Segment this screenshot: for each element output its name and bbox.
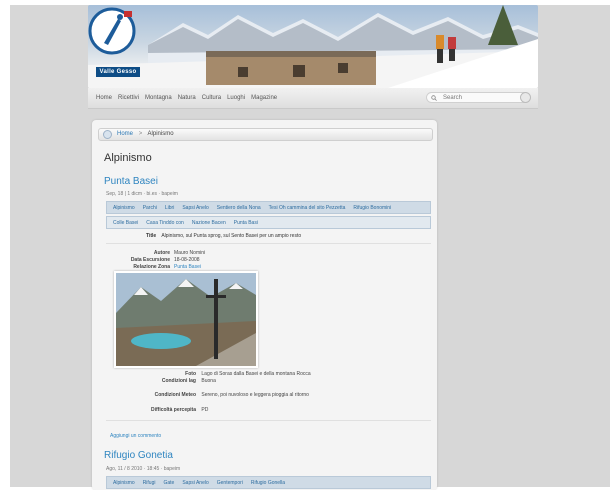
logo-icon[interactable] bbox=[88, 5, 136, 67]
title-value: Alpinismo, sul Punta sprog, sul Sento Ba… bbox=[161, 233, 302, 239]
tag-link[interactable]: Gentempori bbox=[217, 480, 243, 486]
page-background: Valle Gesso Home Ricettivi Montagna Natu… bbox=[10, 5, 610, 490]
detail-key: Foto bbox=[185, 371, 196, 377]
add-comment-link[interactable]: Aggiungi un commento bbox=[110, 433, 161, 439]
breadcrumb-current: Alpinismo bbox=[147, 131, 174, 137]
tag-bar: Alpinismo Parchi Libri Sapsi Anelo Senti… bbox=[106, 201, 431, 214]
divider bbox=[106, 420, 431, 421]
entry-meta: Sep, 18 | 1 dicm · bi.es · bapeim bbox=[106, 191, 178, 197]
home-icon[interactable] bbox=[103, 130, 112, 139]
tag-link[interactable]: Alpinismo bbox=[113, 205, 135, 211]
detail-key: Condizioni Meteo bbox=[154, 392, 196, 398]
tag-link[interactable]: Libri bbox=[165, 205, 174, 211]
nav-item-cultura[interactable]: Cultura bbox=[202, 95, 221, 101]
detail-key: Condizioni lag bbox=[161, 378, 196, 384]
detail-value: PD bbox=[201, 407, 209, 413]
tag-link[interactable]: Rifugio Bonomini bbox=[353, 205, 391, 211]
info-key: Relazione Zona bbox=[133, 264, 170, 270]
logo-text: Valle Gesso bbox=[96, 67, 140, 77]
nav-item-luoghi[interactable]: Luoghi bbox=[227, 95, 245, 101]
detail-row: Foto Lago di Soras dalla Basei e della m… bbox=[114, 371, 311, 377]
main-nav: Home Ricettivi Montagna Natura Cultura L… bbox=[88, 88, 538, 109]
breadcrumb: Home > Alpinismo bbox=[98, 128, 433, 141]
info-key: Data Escursione bbox=[130, 257, 170, 263]
banner-landscape bbox=[88, 5, 538, 88]
tag-link[interactable]: Alpinismo bbox=[113, 480, 135, 486]
detail-value: Lago di Soras dalla Basei e della montan… bbox=[201, 371, 311, 377]
nav-item-ricettivi[interactable]: Ricettivi bbox=[118, 95, 139, 101]
search-input[interactable]: Search bbox=[426, 92, 531, 103]
entry-title-punta-basei[interactable]: Punta Basei bbox=[104, 176, 158, 187]
header-banner: Valle Gesso bbox=[88, 5, 538, 88]
tag-link[interactable]: Gate bbox=[163, 480, 174, 486]
info-key: Autore bbox=[153, 250, 170, 256]
tag-bar: Colle Basei Casa Tinddo con Nazione Bace… bbox=[106, 216, 431, 229]
tag-link[interactable]: Colle Basei bbox=[113, 220, 138, 226]
tag-link[interactable]: Nazione Bacen bbox=[192, 220, 226, 226]
tag-bar: Alpinismo Rifugi Gate Sapsi Anelo Gentem… bbox=[106, 476, 431, 489]
info-value: 18-08-2008 bbox=[174, 257, 200, 263]
breadcrumb-separator: > bbox=[138, 131, 143, 137]
tag-link[interactable]: Rifugio Gonella bbox=[251, 480, 285, 486]
entry-meta: Ago, 11 / 8 2010 · 18:45 · bapeim bbox=[106, 466, 181, 472]
tag-link[interactable]: Parchi bbox=[143, 205, 157, 211]
nav-item-montagna[interactable]: Montagna bbox=[145, 95, 172, 101]
info-value: Mauro Nomini bbox=[174, 250, 206, 256]
search-icon bbox=[431, 95, 437, 101]
search-placeholder: Search bbox=[443, 95, 463, 101]
page-title: Alpinismo bbox=[104, 152, 152, 164]
detail-row: Difficoltà percepita PD bbox=[114, 407, 208, 413]
tag-link[interactable]: Tesi Oh cammina del sito Pezzetta bbox=[269, 205, 346, 211]
summit-photo[interactable] bbox=[114, 271, 258, 368]
divider bbox=[106, 243, 431, 244]
search-button[interactable] bbox=[520, 92, 531, 103]
detail-row: Condizioni lag Buona bbox=[114, 378, 216, 384]
breadcrumb-home-link[interactable]: Home bbox=[117, 131, 133, 137]
content-panel: Home > Alpinismo Alpinismo Punta Basei S… bbox=[92, 120, 437, 490]
tag-link[interactable]: Sapsi Anelo bbox=[182, 480, 208, 486]
summit-photo-image bbox=[116, 273, 256, 366]
tag-link[interactable]: Sapsi Anelo bbox=[182, 205, 208, 211]
tag-link[interactable]: Rifugi bbox=[143, 480, 156, 486]
nav-item-home[interactable]: Home bbox=[96, 95, 112, 101]
nav-item-natura[interactable]: Natura bbox=[178, 95, 196, 101]
title-row: Title Alpinismo, sul Punta sprog, sul Se… bbox=[106, 233, 301, 239]
detail-value: Buona bbox=[201, 378, 216, 384]
detail-row: Condizioni Meteo Sereno, poi nuvoloso e … bbox=[114, 392, 309, 398]
detail-value: Sereno, poi nuvoloso e leggera pioggia a… bbox=[201, 392, 309, 398]
tag-link[interactable]: Sentiero della Nona bbox=[217, 205, 261, 211]
title-label: Title bbox=[146, 233, 157, 239]
entry-title-rifugio[interactable]: Rifugio Gonetia bbox=[104, 450, 173, 461]
tag-link[interactable]: Casa Tinddo con bbox=[146, 220, 184, 226]
info-value-link[interactable]: Punta Basei bbox=[174, 264, 201, 270]
detail-key: Difficoltà percepita bbox=[150, 407, 196, 413]
tag-link[interactable]: Punta Basi bbox=[234, 220, 258, 226]
nav-item-magazine[interactable]: Magazine bbox=[251, 95, 277, 101]
